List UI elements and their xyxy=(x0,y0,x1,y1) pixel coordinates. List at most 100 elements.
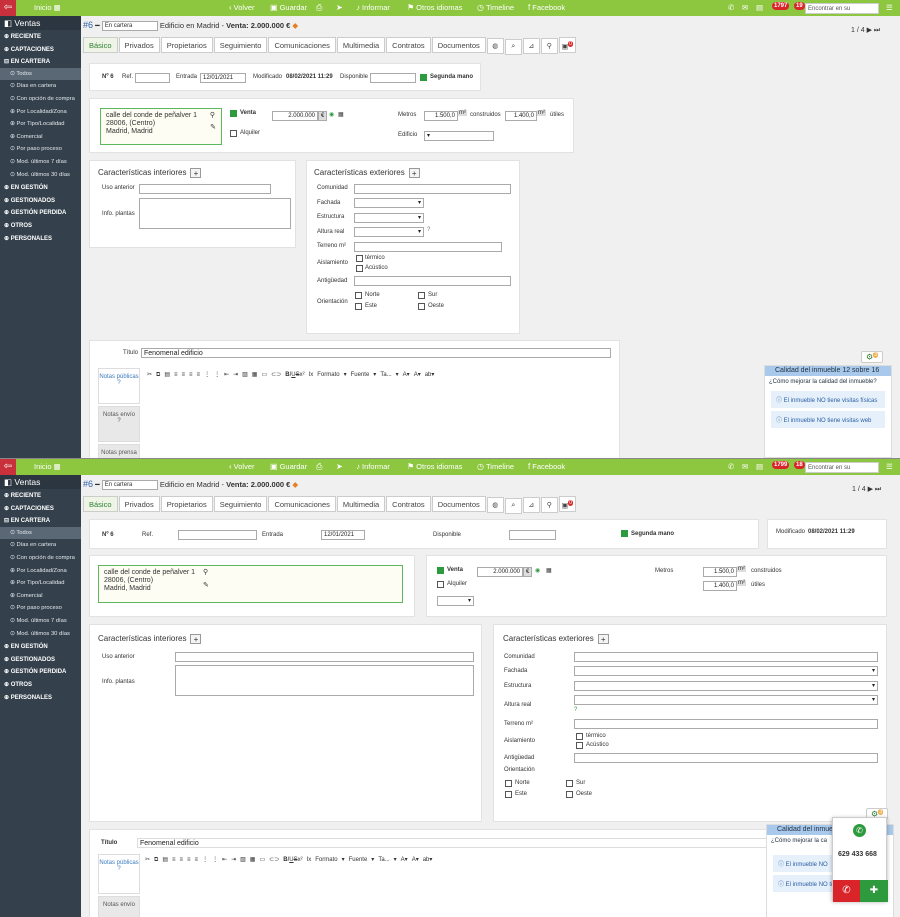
disponible-input[interactable] xyxy=(370,73,416,83)
align-center-icon[interactable]: ≡ xyxy=(180,857,184,863)
link-icon[interactable]: ⊂⊃ xyxy=(269,857,279,863)
outdent-icon[interactable]: ⇤ xyxy=(224,372,229,378)
fachada-select[interactable]: ▾ xyxy=(574,666,878,676)
home-link[interactable]: Inicio ▦ xyxy=(34,462,61,471)
spellcheck-icon[interactable]: ab▾ xyxy=(423,857,433,863)
hr-icon[interactable]: ▭ xyxy=(259,857,265,863)
format-select[interactable]: Formato xyxy=(315,857,337,863)
utiles-input[interactable]: 1.400,0 xyxy=(703,581,737,591)
sidebar-item-reciente[interactable]: ⊕ RECIENTE xyxy=(0,30,81,43)
este-checkbox[interactable] xyxy=(505,791,512,798)
alquiler-checkbox[interactable] xyxy=(230,130,237,137)
sidebar-item-personales[interactable]: ⊕ PERSONALES xyxy=(0,691,81,704)
construidos-input[interactable]: 1.500,0 xyxy=(703,567,737,577)
phone-icon[interactable]: ✆ xyxy=(728,3,734,12)
sidebar-item-todos[interactable]: ⊙ Todos xyxy=(0,67,81,81)
table-icon[interactable]: ▦ xyxy=(252,372,258,378)
inform-button[interactable]: ♪ Informar xyxy=(356,3,390,12)
norte-checkbox[interactable] xyxy=(505,780,512,787)
venta-checkbox[interactable] xyxy=(230,110,237,117)
logout-icon[interactable]: ⇦ xyxy=(0,459,16,475)
tab-comunicaciones[interactable]: Comunicaciones xyxy=(268,37,336,54)
search-input[interactable]: Encontrar en su inmobiliaria xyxy=(805,3,879,23)
last-icon[interactable]: ⏭ xyxy=(875,486,881,493)
subscript-icon[interactable]: x² xyxy=(300,372,305,378)
termico-checkbox[interactable] xyxy=(356,255,363,262)
tab-basico[interactable]: Básico xyxy=(83,496,118,513)
tab-basico[interactable]: Básico xyxy=(83,37,118,54)
oeste-checkbox[interactable] xyxy=(418,303,425,310)
align-center-icon[interactable]: ≡ xyxy=(182,372,186,378)
sidebar-item-paso[interactable]: ⊙ Por paso proceso xyxy=(0,602,81,615)
tab-documentos[interactable]: Documentos xyxy=(431,37,486,54)
tab-multimedia[interactable]: Multimedia xyxy=(336,496,386,513)
fachada-select[interactable]: ▾ xyxy=(354,198,424,208)
utiles-input[interactable]: 1.400,0 xyxy=(505,111,537,121)
sidebar-item-comercial[interactable]: ⊕ Comercial xyxy=(0,131,81,144)
back-button[interactable]: ‹ Volver xyxy=(229,462,255,471)
collapse-icon[interactable]: ━ xyxy=(95,480,100,489)
tab-seguimiento[interactable]: Seguimiento xyxy=(213,496,268,513)
uso-input[interactable] xyxy=(139,184,271,194)
add-button[interactable]: + xyxy=(190,168,202,178)
altura-select[interactable]: ▾ xyxy=(354,227,424,237)
tab-comunicaciones[interactable]: Comunicaciones xyxy=(268,496,336,513)
languages-button[interactable]: ⚑ Otros idiomas xyxy=(407,462,462,471)
sidebar-item-paso[interactable]: ⊙ Por paso proceso xyxy=(0,143,81,156)
inbox-icon[interactable]: ▣0 xyxy=(558,496,576,512)
sidebar-item-opcion[interactable]: ⊙ Con opción de compra xyxy=(0,552,81,565)
construidos-input[interactable]: 1.500,0 xyxy=(424,111,458,121)
sidebar-item-reciente[interactable]: ⊕ RECIENTE xyxy=(0,489,81,502)
font-select[interactable]: Fuente xyxy=(351,372,370,378)
font-select[interactable]: Fuente xyxy=(349,857,368,863)
venta-price-input[interactable]: 2.000.000 xyxy=(477,567,523,577)
sidebar-item-captaciones[interactable]: ⊕ CAPTACIONES xyxy=(0,43,81,56)
text-color-icon[interactable]: A▾ xyxy=(403,372,410,378)
tab-multimedia[interactable]: Multimedia xyxy=(336,37,386,54)
antiguedad-input[interactable] xyxy=(574,753,878,763)
size-select[interactable]: Ta... xyxy=(380,372,391,378)
disponible-input[interactable] xyxy=(509,530,556,540)
alquiler-checkbox[interactable] xyxy=(437,581,444,588)
help-icon[interactable]: ? xyxy=(574,707,577,713)
print-button[interactable]: ⎙ xyxy=(316,462,324,472)
tab-propietarios[interactable]: Propietarios xyxy=(160,37,213,54)
altura-select[interactable]: ▾ xyxy=(574,695,878,705)
copy-icon[interactable]: ⧉ xyxy=(156,372,160,378)
spellcheck-icon[interactable]: ab▾ xyxy=(425,372,435,378)
edit-icon[interactable]: ✎ xyxy=(210,124,216,132)
tab-contratos[interactable]: Contratos xyxy=(386,37,431,54)
hangup-button[interactable]: ✆ xyxy=(833,880,860,902)
chart-icon[interactable]: ⊿ xyxy=(522,38,540,55)
quality-item[interactable]: ⓘ El inmueble NO tiene visitas web xyxy=(771,411,885,428)
norte-checkbox[interactable] xyxy=(355,292,362,299)
tab-propietarios[interactable]: Propietarios xyxy=(160,496,213,513)
indent-icon[interactable]: ⇥ xyxy=(233,372,238,378)
bg-color-icon[interactable]: A▾ xyxy=(412,857,419,863)
copy-icon[interactable]: ⧉ xyxy=(154,857,158,863)
globe-icon[interactable]: ◍ xyxy=(486,38,504,55)
sidebar-item-mod30[interactable]: ⊙ Mod. últimos 30 días xyxy=(0,169,81,182)
calendar-icon[interactable]: ▤ xyxy=(756,3,763,12)
home-link[interactable]: Inicio ▦ xyxy=(34,3,61,12)
sidebar-item-en-cartera[interactable]: ⊟ EN CARTERA xyxy=(0,55,81,68)
sur-checkbox[interactable] xyxy=(418,292,425,299)
sidebar-item-tipo[interactable]: ⊕ Por Tipo/Localidad xyxy=(0,577,81,590)
calc-icon[interactable]: ▦ xyxy=(338,111,344,118)
languages-button[interactable]: ⚑ Otros idiomas xyxy=(407,3,462,12)
sidebar-item-gestionados[interactable]: ⊕ GESTIONADOS xyxy=(0,653,81,666)
sidebar-item-en-gestion[interactable]: ⊕ EN GESTIÓN xyxy=(0,640,81,653)
strike-icon[interactable]: S xyxy=(296,372,300,378)
currency-select[interactable]: € xyxy=(318,111,327,121)
tab-notas-publicas[interactable]: Notas públicas ? xyxy=(98,854,140,894)
subscript-icon[interactable]: x² xyxy=(298,857,303,863)
sidebar-item-mod7[interactable]: ⊙ Mod. últimos 7 días xyxy=(0,615,81,628)
timeline-button[interactable]: ◷ Timeline xyxy=(477,462,514,471)
justify-icon[interactable]: ≡ xyxy=(197,372,201,378)
sidebar-item-dias[interactable]: ⊙ Días en cartera xyxy=(0,539,81,552)
eye-icon[interactable]: ◉ xyxy=(329,111,334,118)
comunidad-input[interactable] xyxy=(354,184,511,194)
align-left-icon[interactable]: ≡ xyxy=(174,372,178,378)
oeste-checkbox[interactable] xyxy=(566,791,573,798)
sidebar-item-perdida[interactable]: ⊕ GESTIÓN PERDIDA xyxy=(0,665,81,678)
